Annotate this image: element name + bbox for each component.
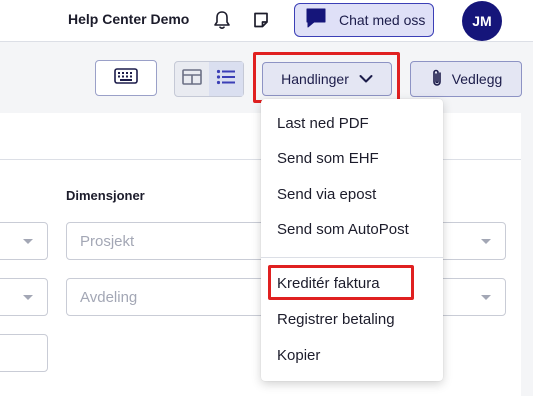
list-view-icon [216, 69, 236, 90]
caret-down-icon [23, 295, 33, 300]
dimensions-label: Dimensjoner [66, 188, 145, 203]
list-view-button[interactable] [209, 62, 243, 96]
actions-menu: Last ned PDF Send som EHF Send via epost… [261, 99, 443, 381]
menu-item-copy[interactable]: Kopier [277, 347, 320, 364]
menu-item-register-payment[interactable]: Registrer betaling [277, 311, 395, 328]
chevron-down-icon [359, 71, 373, 87]
left-select-1[interactable] [0, 222, 48, 260]
bell-icon[interactable] [210, 8, 234, 32]
left-input-3[interactable] [0, 334, 48, 372]
chat-button[interactable]: Chat med oss [294, 3, 434, 37]
note-icon[interactable] [249, 8, 273, 32]
chat-bubble-icon [303, 5, 329, 36]
grid-view-button[interactable] [175, 62, 209, 96]
caret-down-icon [481, 239, 491, 244]
menu-item-credit-invoice[interactable]: Kreditér faktura [277, 275, 380, 292]
menu-item-send-email[interactable]: Send via epost [277, 186, 376, 203]
grid-view-icon [182, 68, 202, 90]
actions-button[interactable]: Handlinger [262, 62, 392, 96]
actions-button-label: Handlinger [281, 71, 349, 87]
avatar[interactable]: JM [462, 1, 502, 41]
keyboard-shortcuts-button[interactable] [95, 60, 157, 96]
project-placeholder: Prosjekt [80, 233, 135, 250]
view-toggle [174, 61, 244, 97]
menu-item-send-ehf[interactable]: Send som EHF [277, 150, 379, 167]
attachments-button[interactable]: Vedlegg [410, 61, 522, 97]
top-header: Help Center Demo Chat med oss JM [0, 0, 533, 42]
department-placeholder: Avdeling [80, 289, 138, 306]
chat-button-label: Chat med oss [339, 12, 426, 28]
attachments-button-label: Vedlegg [451, 71, 503, 87]
caret-down-icon [481, 295, 491, 300]
menu-item-send-autopost[interactable]: Send som AutoPost [277, 221, 409, 238]
menu-item-download-pdf[interactable]: Last ned PDF [277, 115, 369, 132]
left-select-2[interactable] [0, 278, 48, 316]
paperclip-icon [430, 68, 444, 91]
company-name[interactable]: Help Center Demo [68, 11, 189, 27]
keyboard-icon [114, 67, 138, 89]
menu-separator [261, 257, 443, 258]
caret-down-icon [23, 239, 33, 244]
